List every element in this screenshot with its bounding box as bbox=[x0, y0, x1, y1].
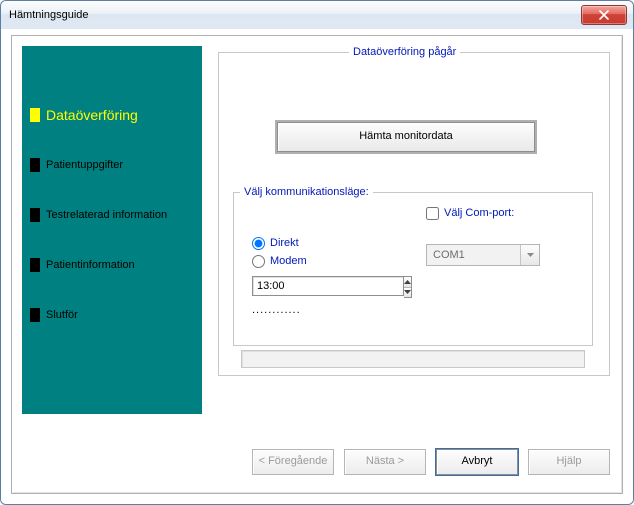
communication-groupbox: Välj kommunikationsläge: Direkt Modem bbox=[233, 186, 593, 346]
bullet-icon bbox=[30, 308, 40, 322]
transfer-groupbox: Dataöverföring pågår Hämta monitordata V… bbox=[218, 46, 610, 376]
inner-frame: Dataöverföring Patientuppgifter Testrela… bbox=[11, 35, 623, 494]
comport-section: Välj Com-port: COM1 bbox=[426, 204, 540, 266]
wizard-buttons: < Föregående Nästa > Avbryt Hjälp bbox=[12, 449, 610, 475]
progress-bar bbox=[241, 350, 585, 368]
chevron-up-icon bbox=[404, 280, 411, 284]
sidebar-item-patient-data[interactable]: Patientuppgifter bbox=[30, 154, 194, 176]
comport-checkbox[interactable]: Välj Com-port: bbox=[426, 204, 540, 222]
comm-mode-radios: Direkt Modem bbox=[252, 234, 307, 270]
spinner-down-button[interactable] bbox=[404, 288, 411, 298]
comport-checkbox-input[interactable] bbox=[426, 207, 439, 220]
sidebar-item-patient-info[interactable]: Patientinformation bbox=[30, 254, 194, 276]
comport-combo-button[interactable] bbox=[520, 245, 539, 265]
transfer-group-legend: Dataöverföring pågår bbox=[349, 46, 460, 58]
sidebar-item-label: Patientinformation bbox=[46, 259, 135, 271]
cancel-button[interactable]: Avbryt bbox=[436, 449, 518, 475]
chevron-down-icon bbox=[527, 253, 534, 257]
spinner-up-button[interactable] bbox=[404, 277, 411, 288]
bullet-icon bbox=[30, 158, 40, 172]
client-area: Dataöverföring Patientuppgifter Testrela… bbox=[1, 29, 633, 504]
radio-direct[interactable]: Direkt bbox=[252, 234, 307, 252]
bullet-icon bbox=[30, 258, 40, 272]
wizard-sidebar: Dataöverföring Patientuppgifter Testrela… bbox=[22, 46, 202, 414]
main-area: Dataöverföring pågår Hämta monitordata V… bbox=[218, 46, 610, 414]
communication-legend: Välj kommunikationsläge: bbox=[240, 186, 373, 198]
time-input[interactable] bbox=[252, 276, 404, 296]
radio-direct-input[interactable] bbox=[252, 237, 265, 250]
next-button[interactable]: Nästa > bbox=[344, 449, 426, 475]
spinner-buttons bbox=[404, 276, 412, 298]
sidebar-item-label: Slutför bbox=[46, 309, 78, 321]
sidebar-item-finish[interactable]: Slutför bbox=[30, 304, 194, 326]
wizard-window: Hämtningsguide Dataöverföring Patientupp… bbox=[0, 0, 634, 505]
fetch-monitor-data-button[interactable]: Hämta monitordata bbox=[277, 122, 535, 152]
bullet-icon bbox=[30, 108, 40, 122]
dotted-label: ............ bbox=[252, 304, 301, 316]
sidebar-item-label: Dataöverföring bbox=[46, 107, 138, 123]
radio-label: Direkt bbox=[270, 237, 299, 249]
sidebar-item-label: Testrelaterad information bbox=[46, 209, 167, 221]
radio-modem[interactable]: Modem bbox=[252, 252, 307, 270]
close-icon bbox=[599, 10, 609, 20]
titlebar: Hämtningsguide bbox=[1, 1, 633, 30]
sidebar-item-test-info[interactable]: Testrelaterad information bbox=[30, 204, 194, 226]
comport-combo[interactable]: COM1 bbox=[426, 244, 540, 266]
radio-modem-input[interactable] bbox=[252, 255, 265, 268]
close-button[interactable] bbox=[581, 5, 627, 25]
help-button[interactable]: Hjälp bbox=[528, 449, 610, 475]
bullet-icon bbox=[30, 208, 40, 222]
sidebar-item-data-transfer[interactable]: Dataöverföring bbox=[30, 104, 194, 126]
comport-combo-value: COM1 bbox=[427, 245, 520, 265]
window-title: Hämtningsguide bbox=[9, 9, 581, 21]
radio-label: Modem bbox=[270, 255, 307, 267]
time-spinner[interactable] bbox=[252, 276, 340, 298]
prev-button[interactable]: < Föregående bbox=[252, 449, 334, 475]
chevron-down-icon bbox=[404, 290, 411, 294]
comport-checkbox-label: Välj Com-port: bbox=[444, 207, 514, 219]
sidebar-item-label: Patientuppgifter bbox=[46, 159, 123, 171]
